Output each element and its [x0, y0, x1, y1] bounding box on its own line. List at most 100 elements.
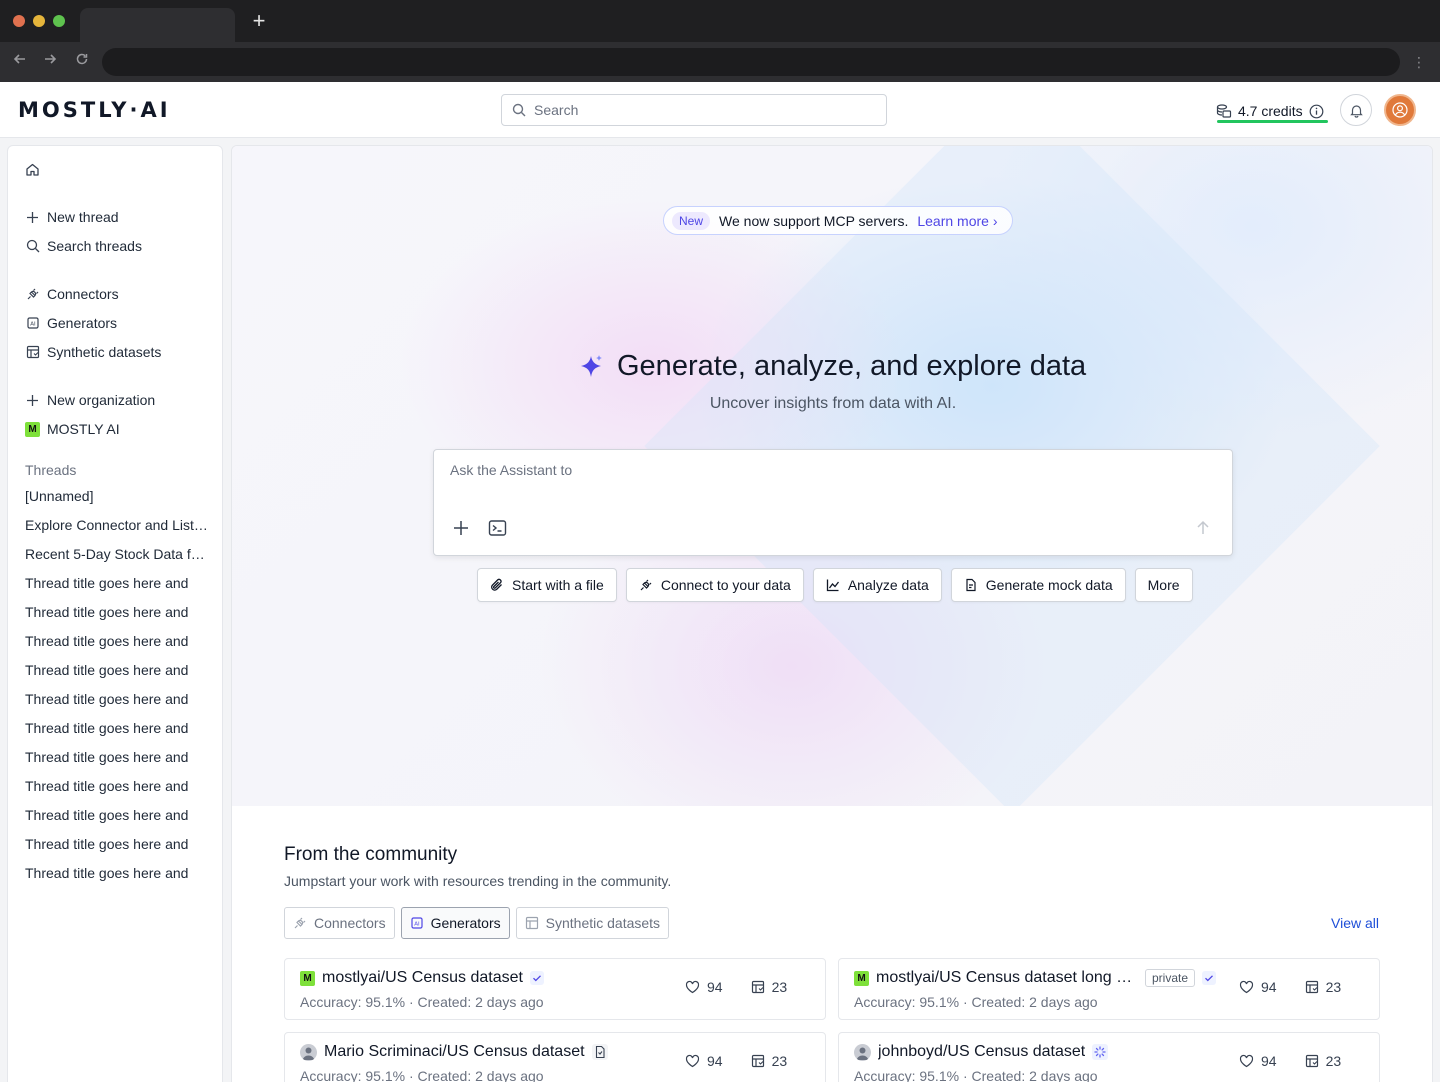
- ai-chip-icon: AI: [410, 917, 423, 929]
- private-badge: private: [1145, 969, 1196, 987]
- community-card[interactable]: M mostlyai/US Census dataset long name p…: [838, 958, 1380, 1020]
- paperclip-icon: [491, 578, 502, 591]
- table-icon: [751, 1054, 764, 1068]
- address-bar[interactable]: [102, 48, 1400, 76]
- community-subtitle: Jumpstart your work with resources trend…: [284, 873, 672, 889]
- sidebar-item-search-threads[interactable]: Search threads: [25, 235, 142, 257]
- thread-item[interactable]: Thread title goes here and: [25, 749, 211, 765]
- sidebar-item-synthetic-datasets[interactable]: Synthetic datasets: [25, 341, 161, 363]
- notifications-button[interactable]: [1340, 94, 1372, 126]
- filter-synthetic-datasets[interactable]: Synthetic datasets: [515, 907, 670, 939]
- likes-count[interactable]: 94: [685, 1053, 723, 1069]
- card-title[interactable]: mostlyai/US Census dataset: [322, 969, 523, 987]
- info-icon[interactable]: [1309, 104, 1324, 119]
- analyze-data-button[interactable]: Analyze data: [812, 568, 942, 602]
- mostly-ai-logo[interactable]: MOSTLY·AI: [18, 98, 171, 122]
- datasets-count[interactable]: 23: [751, 979, 787, 995]
- thread-item[interactable]: [Unnamed]: [25, 488, 211, 504]
- datasets-count[interactable]: 23: [1305, 1053, 1341, 1069]
- terminal-button[interactable]: [488, 519, 507, 542]
- table-icon: [751, 980, 764, 994]
- thread-item[interactable]: Thread title goes here and: [25, 633, 211, 649]
- thread-item[interactable]: Thread title goes here and: [25, 836, 211, 852]
- sidebar-item-connectors[interactable]: Connectors: [25, 283, 119, 305]
- thread-item[interactable]: Thread title goes here and: [25, 865, 211, 881]
- thread-item[interactable]: Explore Connector and List Generators: [25, 517, 211, 533]
- add-attachment-button[interactable]: [452, 519, 470, 542]
- table-icon: [25, 345, 40, 360]
- thread-item[interactable]: Thread title goes here and: [25, 778, 211, 794]
- arrow-up-icon: [1197, 520, 1209, 534]
- send-button[interactable]: [1194, 519, 1212, 542]
- likes-count[interactable]: 94: [1239, 1053, 1277, 1069]
- view-all-link[interactable]: View all: [1331, 915, 1379, 931]
- community-card[interactable]: Mario Scriminaci/US Census dataset Accur…: [284, 1032, 826, 1082]
- table-icon: [525, 916, 538, 930]
- sidebar-item-label: Synthetic datasets: [47, 344, 162, 360]
- main-content: New We now support MCP servers. Learn mo…: [231, 145, 1433, 1082]
- global-search[interactable]: [501, 94, 887, 126]
- check-icon: [529, 971, 544, 985]
- community-card[interactable]: johnboyd/US Census dataset Accuracy: 95.…: [838, 1032, 1380, 1082]
- window-minimize-button[interactable]: [33, 15, 45, 27]
- back-arrow-icon[interactable]: [9, 51, 31, 73]
- ai-chip-icon: AI: [25, 316, 40, 331]
- window-maximize-button[interactable]: [53, 15, 65, 27]
- more-actions-button[interactable]: More: [1134, 568, 1193, 602]
- card-title[interactable]: mostlyai/US Census dataset long name: [876, 969, 1138, 987]
- thread-item[interactable]: Recent 5-Day Stock Data for AAPL: [25, 546, 211, 562]
- search-icon: [512, 103, 526, 117]
- forward-arrow-icon[interactable]: [39, 51, 61, 73]
- organization-badge: M: [854, 970, 869, 986]
- sidebar-item-new-organization[interactable]: New organization: [25, 389, 155, 411]
- new-tab-button[interactable]: +: [248, 10, 270, 32]
- announcement-banner[interactable]: New We now support MCP servers. Learn mo…: [663, 206, 1013, 235]
- sidebar-item-organization-mostly-ai[interactable]: M MOSTLY AI: [25, 418, 120, 440]
- chart-icon: [826, 579, 839, 592]
- user-avatar[interactable]: [1384, 94, 1416, 126]
- home-button[interactable]: [25, 162, 40, 182]
- plug-icon: [294, 917, 306, 929]
- sparkle-icon: [581, 354, 602, 377]
- hero-subtitle: Uncover insights from data with AI.: [709, 395, 957, 412]
- card-title[interactable]: johnboyd/US Census dataset: [878, 1043, 1085, 1061]
- heart-icon: [1239, 1054, 1254, 1068]
- heart-icon: [685, 980, 700, 994]
- likes-count[interactable]: 94: [1239, 979, 1277, 995]
- community-filters: Connectors AI Generators Synthetic datas…: [284, 907, 670, 939]
- svg-text:AI: AI: [414, 921, 420, 927]
- app-header: MOSTLY·AI 4.7 credits: [0, 82, 1440, 138]
- table-icon: [1305, 980, 1318, 994]
- user-avatar: [854, 1043, 871, 1061]
- thread-item[interactable]: Thread title goes here and: [25, 662, 211, 678]
- generate-mock-data-button[interactable]: Generate mock data: [950, 568, 1126, 602]
- thread-item[interactable]: Thread title goes here and: [25, 720, 211, 736]
- community-card[interactable]: M mostlyai/US Census dataset Accuracy: 9…: [284, 958, 826, 1020]
- sidebar-item-new-thread[interactable]: New thread: [25, 206, 119, 228]
- filter-connectors[interactable]: Connectors: [284, 907, 395, 939]
- svg-text:AI: AI: [30, 321, 36, 327]
- datasets-count[interactable]: 23: [1305, 979, 1341, 995]
- window-close-button[interactable]: [13, 15, 25, 27]
- thread-item[interactable]: Thread title goes here and: [25, 691, 211, 707]
- browser-menu-icon[interactable]: ⋮: [1412, 51, 1426, 73]
- filter-generators[interactable]: AI Generators: [400, 907, 510, 939]
- thread-item[interactable]: Thread title goes here and: [25, 604, 211, 620]
- start-with-file-button[interactable]: Start with a file: [477, 568, 617, 602]
- thread-item[interactable]: Thread title goes here and: [25, 575, 211, 591]
- organization-badge: M: [25, 421, 40, 437]
- learn-more-link[interactable]: Learn more ›: [917, 213, 997, 229]
- browser-tab[interactable]: [80, 8, 235, 42]
- assistant-input[interactable]: [450, 462, 1210, 502]
- likes-count[interactable]: 94: [685, 979, 723, 995]
- new-badge: New: [672, 211, 711, 230]
- connect-data-button[interactable]: Connect to your data: [625, 568, 804, 602]
- sidebar-item-label: MOSTLY AI: [47, 421, 120, 437]
- search-input[interactable]: [534, 95, 874, 125]
- card-title[interactable]: Mario Scriminaci/US Census dataset: [324, 1043, 585, 1061]
- reload-icon[interactable]: [71, 51, 93, 73]
- thread-item[interactable]: Thread title goes here and: [25, 807, 211, 823]
- datasets-count[interactable]: 23: [751, 1053, 787, 1069]
- sidebar-item-generators[interactable]: AI Generators: [25, 312, 117, 334]
- search-icon: [25, 239, 40, 254]
